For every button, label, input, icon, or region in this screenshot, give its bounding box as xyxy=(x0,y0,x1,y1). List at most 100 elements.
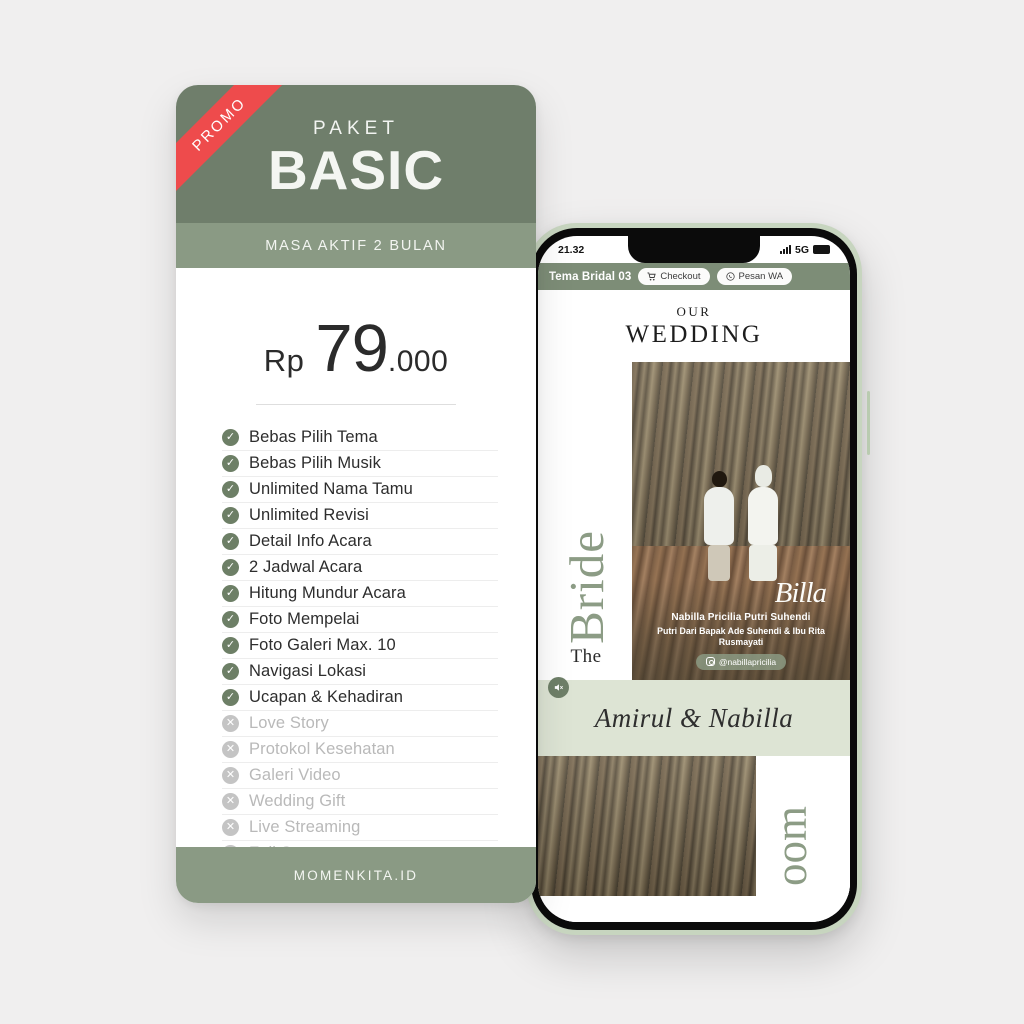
bride-parents: Putri Dari Bapak Ade Suhendi & Ibu Rita … xyxy=(657,625,825,647)
feature-row: ✓ Bebas Pilih Musik xyxy=(222,451,498,477)
whatsapp-label: Pesan WA xyxy=(738,271,784,282)
feature-label: Bebas Pilih Tema xyxy=(249,428,378,446)
bride-signature: Billa xyxy=(774,576,827,609)
bride-photo-overlay: Billa Nabilla Pricilia Putri Suhendi Put… xyxy=(632,576,850,680)
check-icon: ✓ xyxy=(222,689,239,706)
check-icon: ✓ xyxy=(222,663,239,680)
groom-figure xyxy=(704,471,734,582)
invitation-title: WEDDING xyxy=(625,321,763,348)
package-name: BASIC xyxy=(267,139,445,201)
cross-icon: ✕ xyxy=(222,741,239,758)
check-icon: ✓ xyxy=(222,533,239,550)
feature-row: ✕ Love Story xyxy=(222,711,498,737)
couple-names-band: Amirul & Nabilla xyxy=(538,680,850,756)
invitation-eyebrow: OUR xyxy=(676,304,712,319)
feature-label: Protokol Kesehatan xyxy=(249,740,395,758)
phone-power-button[interactable] xyxy=(867,391,870,455)
check-icon: ✓ xyxy=(222,585,239,602)
card-footer: MOMENKITA.ID xyxy=(176,847,536,903)
feature-row: ✕ Protokol Kesehatan xyxy=(222,737,498,763)
speaker-mute-icon[interactable] xyxy=(548,677,569,698)
bride-section: Bride The Billa Nabilla Pricilia Putri S… xyxy=(538,362,850,698)
brand-label: MOMENKITA.ID xyxy=(293,867,419,883)
validity-strip: MASA AKTIF 2 BULAN xyxy=(176,223,536,268)
checkout-label: Checkout xyxy=(660,271,701,282)
check-icon: ✓ xyxy=(222,507,239,524)
invitation-content: OUR WEDDING Bride The Billa Nabilla Pric… xyxy=(538,290,850,922)
feature-row: ✓ Navigasi Lokasi xyxy=(222,659,498,685)
network-label: 5G xyxy=(794,243,809,256)
checkout-button[interactable]: Checkout xyxy=(638,268,710,285)
instagram-icon xyxy=(705,657,715,666)
invitation-heading: OUR WEDDING xyxy=(538,290,850,349)
bride-label-group: Bride The xyxy=(538,362,634,698)
price-block: Rp 79 .000 xyxy=(176,310,536,387)
check-icon: ✓ xyxy=(222,611,239,628)
scene: PROMO PAKET BASIC MASA AKTIF 2 BULAN Rp … xyxy=(0,0,1024,1024)
phone-screen: 21.32 5G Tema Bridal 03 Checkout Pesan W… xyxy=(538,236,850,922)
feature-row: ✓ Unlimited Revisi xyxy=(222,503,498,529)
battery-icon xyxy=(813,245,830,254)
feature-label: Hitung Mundur Acara xyxy=(249,584,406,602)
cart-icon xyxy=(647,272,657,281)
instagram-handle: @nabillapricilia xyxy=(718,656,777,667)
instagram-button[interactable]: @nabillapricilia xyxy=(695,653,787,670)
feature-row: ✕ Live Streaming xyxy=(222,815,498,841)
status-indicators: 5G xyxy=(779,243,830,256)
feature-label: Foto Galeri Max. 10 xyxy=(249,636,396,654)
feature-list: ✓ Bebas Pilih Tema ✓ Bebas Pilih Musik ✓ Unli… xyxy=(222,425,498,867)
feature-row: ✓ 2 Jadwal Acara xyxy=(222,555,498,581)
feature-row: ✓ Ucapan & Kehadiran xyxy=(222,685,498,711)
bride-big-word: Bride xyxy=(558,530,614,644)
feature-label: Ucapan & Kehadiran xyxy=(249,688,404,706)
feature-label: Unlimited Nama Tamu xyxy=(249,480,413,498)
status-bar: 21.32 5G xyxy=(538,236,850,263)
price-currency: Rp xyxy=(263,343,305,378)
cross-icon: ✕ xyxy=(222,767,239,784)
feature-label: Unlimited Revisi xyxy=(249,506,369,524)
forest-background-2 xyxy=(538,756,756,896)
phone-body: 21.32 5G Tema Bridal 03 Checkout Pesan W… xyxy=(531,228,857,930)
app-bar: Tema Bridal 03 Checkout Pesan WA xyxy=(538,263,850,290)
bride-small-word: The xyxy=(570,646,602,667)
price-amount: 79 xyxy=(315,311,389,386)
cross-icon: ✕ xyxy=(222,715,239,732)
signal-bars-icon xyxy=(779,245,791,254)
groom-section: oom xyxy=(538,756,850,896)
check-icon: ✓ xyxy=(222,481,239,498)
groom-photo xyxy=(538,756,756,896)
check-icon: ✓ xyxy=(222,559,239,576)
feature-row: ✓ Foto Mempelai xyxy=(222,607,498,633)
feature-row: ✕ Galeri Video xyxy=(222,763,498,789)
check-icon: ✓ xyxy=(222,455,239,472)
feature-label: Live Streaming xyxy=(249,818,361,836)
status-time: 21.32 xyxy=(558,243,585,256)
check-icon: ✓ xyxy=(222,637,239,654)
couple-figures xyxy=(702,465,780,582)
feature-label: 2 Jadwal Acara xyxy=(249,558,363,576)
feature-label: Galeri Video xyxy=(249,766,341,784)
validity-label: MASA AKTIF 2 BULAN xyxy=(265,237,447,254)
feature-row: ✓ Unlimited Nama Tamu xyxy=(222,477,498,503)
feature-row: ✓ Foto Galeri Max. 10 xyxy=(222,633,498,659)
feature-label: Bebas Pilih Musik xyxy=(249,454,381,472)
bride-figure xyxy=(748,465,778,582)
feature-label: Wedding Gift xyxy=(249,792,346,810)
bride-photo: Billa Nabilla Pricilia Putri Suhendi Put… xyxy=(632,362,850,680)
price-divider xyxy=(256,404,456,405)
whatsapp-icon xyxy=(725,272,735,281)
check-icon: ✓ xyxy=(222,429,239,446)
card-header: PROMO PAKET BASIC xyxy=(176,85,536,223)
price-decimals: .000 xyxy=(387,345,449,378)
feature-label: Detail Info Acara xyxy=(249,532,372,550)
pricing-card: PROMO PAKET BASIC MASA AKTIF 2 BULAN Rp … xyxy=(176,85,536,903)
groom-big-word: oom xyxy=(765,805,816,886)
theme-title: Tema Bridal 03 xyxy=(549,270,632,283)
whatsapp-button[interactable]: Pesan WA xyxy=(716,268,793,285)
cross-icon: ✕ xyxy=(222,793,239,810)
couple-names: Amirul & Nabilla xyxy=(594,702,794,733)
bride-full-name: Nabilla Pricilia Putri Suhendi xyxy=(671,611,811,623)
feature-label: Love Story xyxy=(249,714,329,732)
feature-row: ✕ Wedding Gift xyxy=(222,789,498,815)
cross-icon: ✕ xyxy=(222,819,239,836)
